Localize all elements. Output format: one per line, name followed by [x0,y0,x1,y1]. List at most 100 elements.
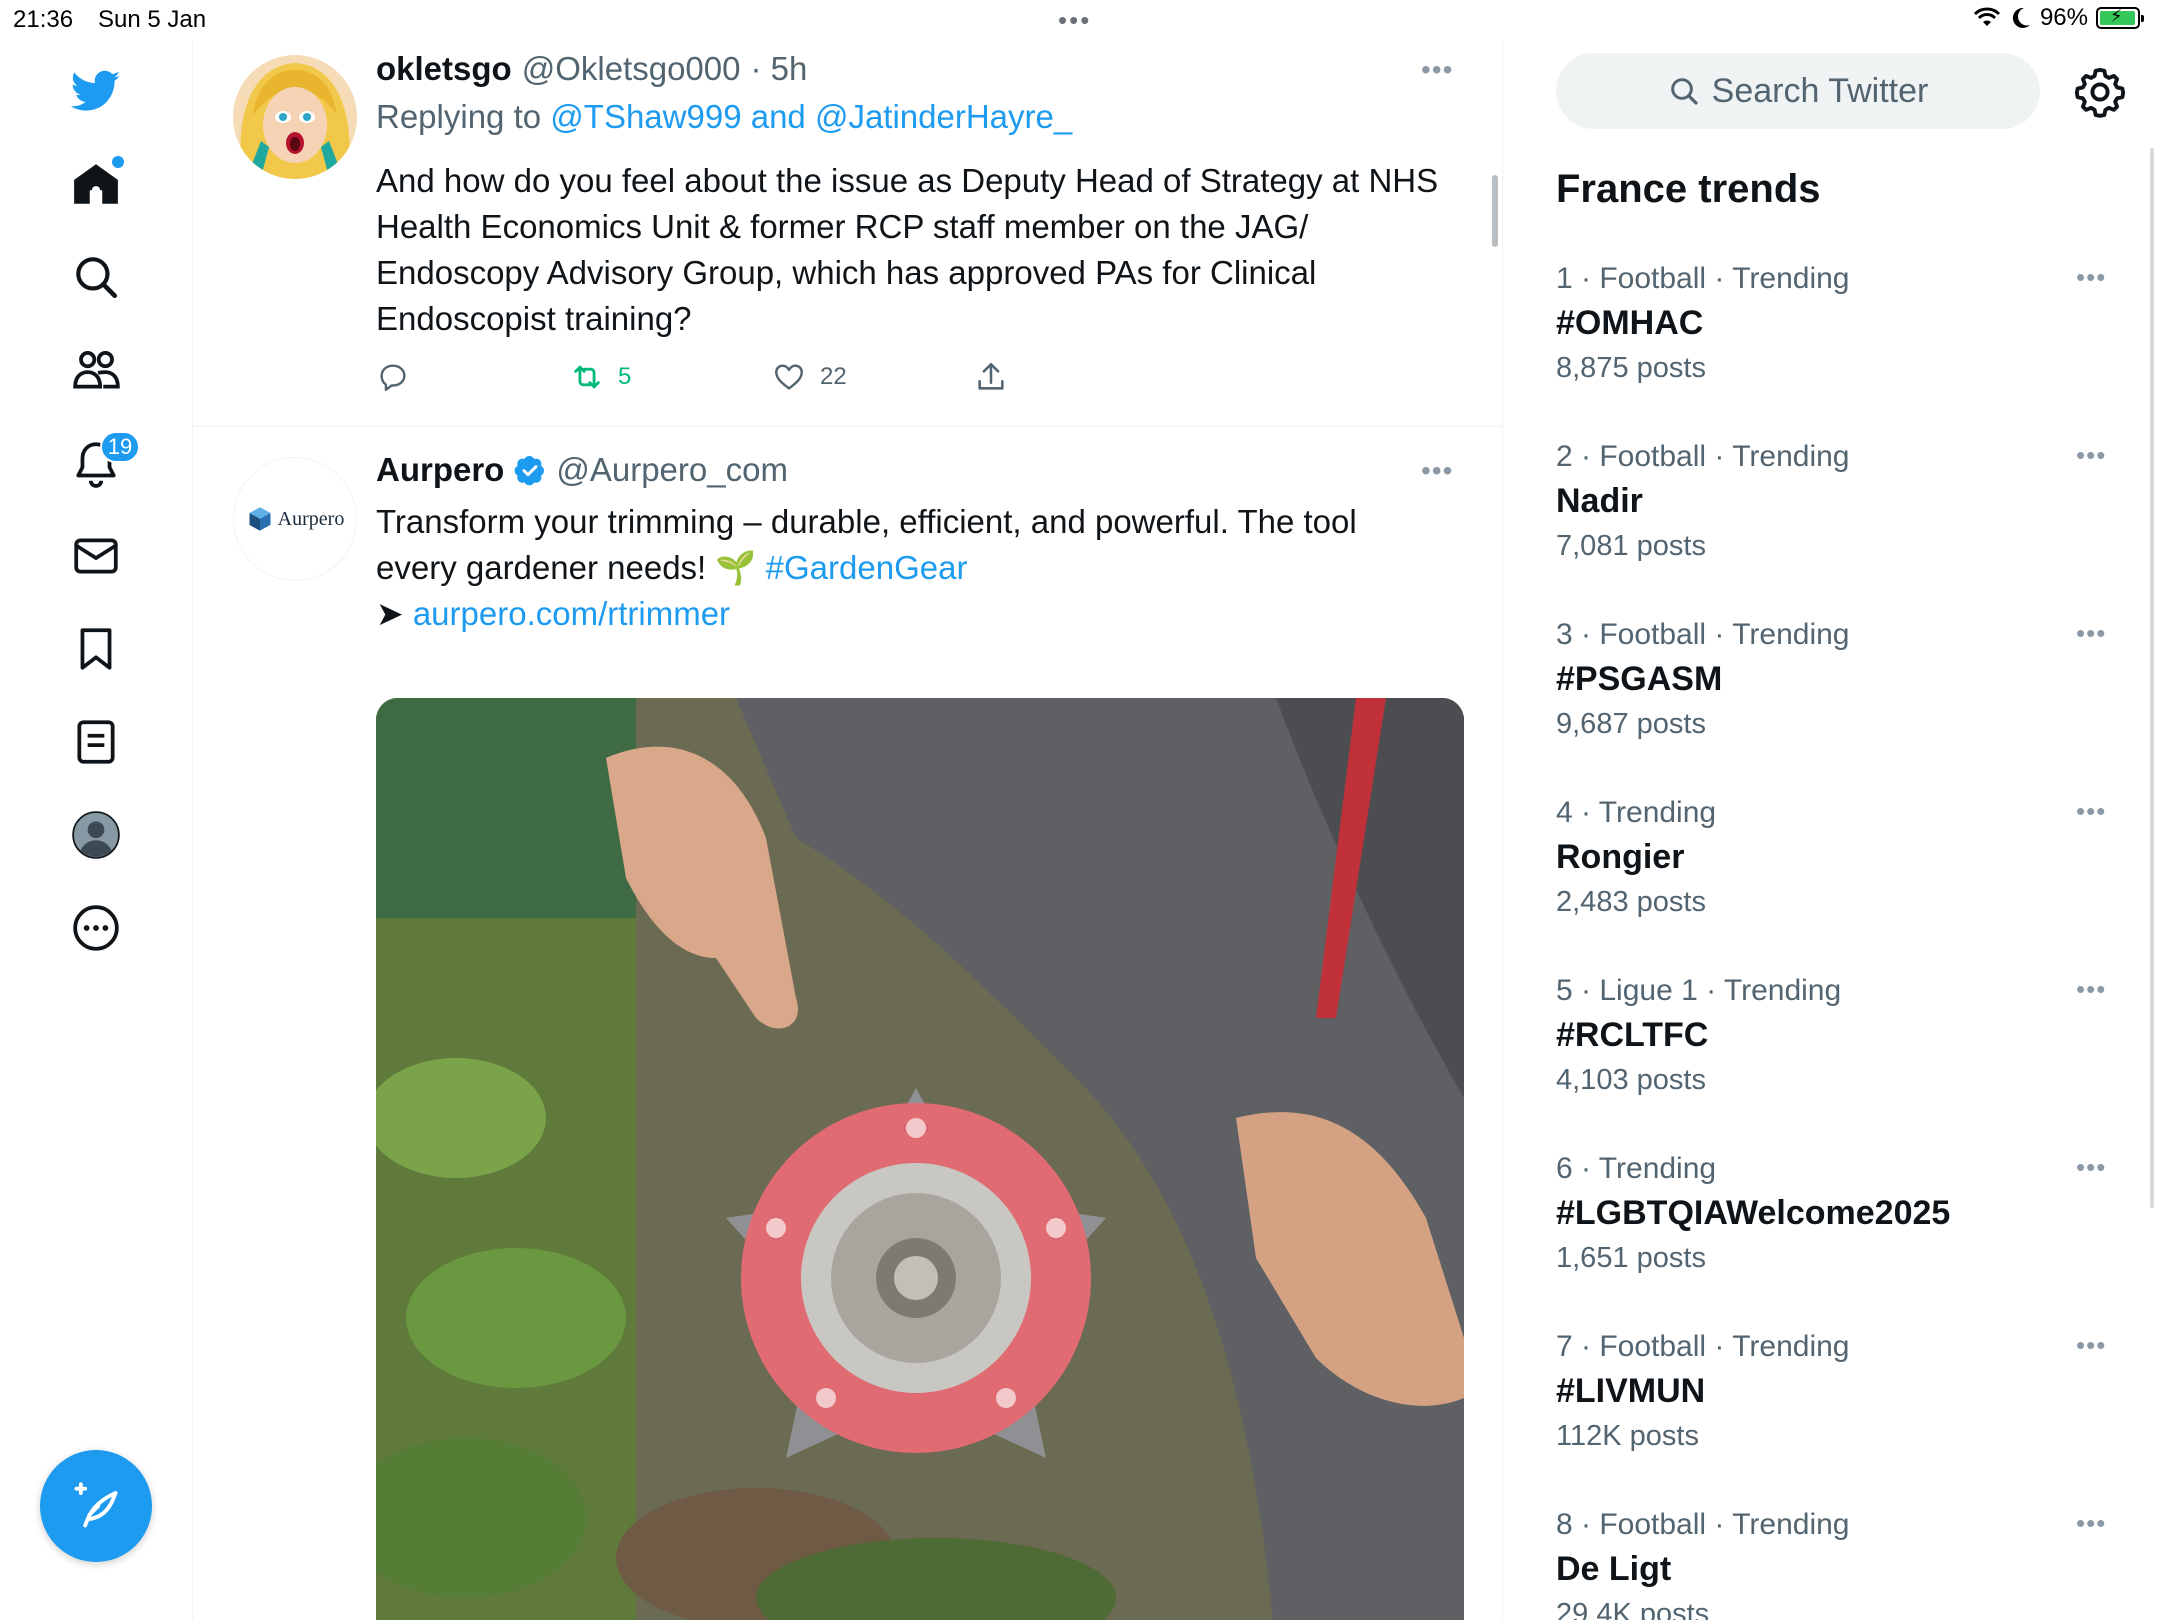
trend-meta: 6 · Trending [1556,1152,1717,1185]
avatar[interactable] [233,55,357,179]
multitasking-dots-icon[interactable]: ••• [1058,7,1091,33]
trend-item[interactable]: 8 · Football · Trending De Ligt 29.4K po… [1556,1508,2116,1620]
tweet-actions: 5 22 [376,360,1076,400]
nav-profile[interactable] [60,799,132,871]
timeline[interactable]: okletsgo @Okletsgo000 · 5h ••• Replying … [193,40,1503,1620]
trend-count: 29.4K posts [1556,1598,1710,1620]
avatar-logo-text: Aurpero [277,507,345,530]
trend-count: 4,103 posts [1556,1064,1706,1096]
status-date: Sun 5 Jan [98,6,207,33]
tweet-url-link[interactable]: aurpero.com/rtrimmer [413,595,730,632]
trend-name: #LIVMUN [1556,1372,1706,1410]
bookmarks-icon [80,628,112,670]
heart-icon [775,364,803,390]
trend-more-icon[interactable]: ••• [2076,1330,2106,1361]
avatar[interactable]: Aurpero [233,457,357,581]
nav-more[interactable] [60,892,132,964]
retweet-button[interactable]: 5 [570,360,631,394]
status-time: 21:36 [13,6,74,33]
trend-meta: 5 · Ligue 1 · Trending [1556,974,1842,1007]
trend-name: #RCLTFC [1556,1016,1709,1054]
trend-item[interactable]: 3 · Football · Trending #PSGASM 9,687 po… [1556,618,2116,778]
trend-more-icon[interactable]: ••• [2076,974,2106,1005]
moon-icon [2012,7,2030,28]
tweet-text: Transform your trimming – durable, effic… [376,499,1446,637]
twitter-logo-icon[interactable] [60,55,132,127]
trend-name: #PSGASM [1556,660,1723,698]
tweet-header: Aurpero @Aurpero_com [376,451,788,489]
trend-count: 112K posts [1556,1420,1699,1452]
compose-tweet-button[interactable] [40,1450,152,1562]
like-button[interactable]: 22 [772,360,847,394]
trend-name: #OMHAC [1556,304,1704,342]
trend-more-icon[interactable]: ••• [2076,262,2106,293]
share-button[interactable] [974,360,1008,394]
notification-count-badge: 19 [100,431,140,463]
author-name[interactable]: Aurpero [376,451,504,489]
tweet-more-icon[interactable]: ••• [1421,54,1453,86]
trend-more-icon[interactable]: ••• [2076,796,2106,827]
charging-bolt-icon: ⚡ [2110,6,2123,26]
tweet-time[interactable]: · 5h [751,50,808,88]
trend-name: De Ligt [1556,1550,1672,1588]
trend-meta: 2 · Football · Trending [1556,440,1850,473]
nav-communities[interactable] [60,334,132,406]
messages-icon [74,538,118,574]
unread-dot [112,156,124,168]
trend-item[interactable]: 7 · Football · Trending #LIVMUN 112K pos… [1556,1330,2116,1490]
sidebar-scrollbar[interactable] [2150,148,2154,1208]
trend-item[interactable]: 4 · Trending Rongier 2,483 posts ••• [1556,796,2116,956]
tweet[interactable]: Aurpero Aurpero @Aurpero_com ••• Transfo… [193,427,1502,1620]
trend-count: 1,651 posts [1556,1242,1706,1274]
author-name[interactable]: okletsgo [376,50,512,88]
search-icon [76,257,118,299]
trend-name: Rongier [1556,838,1685,876]
status-bar: 21:36 Sun 5 Jan ••• 96% ⚡ [0,0,2160,40]
trend-count: 2,483 posts [1556,886,1706,918]
tweet-header: okletsgo @Okletsgo000 · 5h [376,50,807,88]
search-input[interactable]: Search Twitter [1556,53,2040,129]
hashtag-link[interactable]: #GardenGear [766,549,968,586]
trend-name: Nadir [1556,482,1643,520]
trend-more-icon[interactable]: ••• [2076,440,2106,471]
reply-icon [380,364,406,391]
settings-gear-icon[interactable] [2074,66,2126,118]
tweet-media-image[interactable] [376,698,1464,1620]
trend-meta: 7 · Football · Trending [1556,1330,1850,1363]
replying-to: Replying to @TShaw999 and @JatinderHayre… [376,98,1072,136]
trend-item[interactable]: 2 · Football · Trending Nadir 7,081 post… [1556,440,2116,600]
retweet-icon [574,365,600,389]
trend-name: #LGBTQIAWelcome2025 [1556,1194,1951,1232]
wifi-icon [1973,7,2001,26]
trend-meta: 4 · Trending [1556,796,1717,829]
lists-icon [77,720,115,764]
nav-notifications[interactable]: 19 [60,427,140,499]
right-sidebar: Search Twitter France trends 1 · Footbal… [1504,40,2160,1620]
trend-item[interactable]: 6 · Trending #LGBTQIAWelcome2025 1,651 p… [1556,1152,2116,1312]
search-icon [1670,78,1698,105]
search-placeholder: Search Twitter [1711,71,1929,110]
nav-lists[interactable] [60,706,132,778]
trend-meta: 8 · Football · Trending [1556,1508,1850,1541]
trend-more-icon[interactable]: ••• [2076,1508,2106,1539]
author-handle[interactable]: @Aurpero_com [556,451,788,489]
trend-meta: 1 · Football · Trending [1556,262,1850,295]
tweet[interactable]: okletsgo @Okletsgo000 · 5h ••• Replying … [193,40,1502,427]
nav-bookmarks[interactable] [60,613,132,685]
profile-icon [72,811,120,859]
trend-count: 7,081 posts [1556,530,1706,562]
share-icon [978,362,1004,390]
trend-item[interactable]: 5 · Ligue 1 · Trending #RCLTFC 4,103 pos… [1556,974,2116,1134]
replying-to-users[interactable]: @TShaw999 and @JatinderHayre_ [550,98,1072,135]
reply-button[interactable] [376,360,410,394]
nav-explore[interactable] [60,241,132,313]
nav-messages[interactable] [60,520,132,592]
trend-more-icon[interactable]: ••• [2076,618,2106,649]
replying-prefix: Replying to [376,98,542,135]
author-handle[interactable]: @Okletsgo000 [522,50,741,88]
trend-item[interactable]: 1 · Football · Trending #OMHAC 8,875 pos… [1556,262,2116,422]
tweet-more-icon[interactable]: ••• [1421,455,1453,487]
trend-more-icon[interactable]: ••• [2076,1152,2106,1183]
nav-home[interactable] [60,148,132,220]
retweet-count: 5 [618,363,632,390]
